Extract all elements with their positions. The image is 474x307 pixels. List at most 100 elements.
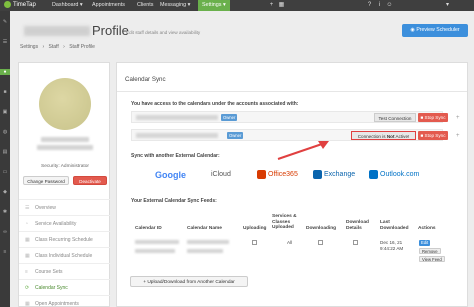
header-download-details: Download Details [346,220,369,231]
office365-provider[interactable]: Office365 [257,169,298,181]
view-feed-button[interactable]: View Feed [419,256,445,262]
add-icon[interactable]: + [456,112,460,124]
remove-button[interactable]: Remove [419,248,441,254]
google-provider[interactable]: Google [155,169,186,181]
breadcrumb-separator: › [63,44,65,50]
calendar-icon: ▦ [25,253,30,259]
avatar[interactable] [39,78,91,130]
nav-settings[interactable]: Settings ▾ [198,0,230,11]
downloading-checkbox[interactable] [318,240,323,245]
breadcrumb: Settings › Staff › Staff Profile [20,44,98,50]
menu-item-service-availability[interactable]: ◔ Service Availability [19,215,111,231]
menu-item-calendar-sync[interactable]: ⟳ Calendar Sync [19,279,111,295]
gear-icon[interactable]: ✱ [2,209,8,215]
last-downloaded-value: Dec 16, 21 9:44:22 AM [380,240,404,251]
header-services: Services & Classes Uploaded [272,214,297,230]
calendar-icon[interactable]: ▦ [278,2,285,9]
staff-icon[interactable]: ● [0,69,10,75]
header-last-downloaded: Last Downloaded [380,220,409,231]
nav-dashboard[interactable]: Dashboard ▾ [52,0,83,11]
add-icon[interactable]: + [456,130,460,142]
chevron-down-icon[interactable]: ▾ [444,2,451,9]
redacted-calendar-name [187,249,223,253]
info-icon[interactable]: i [376,2,383,9]
top-navigation-bar: TimeTap Dashboard ▾ Appointments Clients… [0,0,474,11]
nav-appointments[interactable]: Appointments [92,0,125,11]
chart-icon[interactable]: ▤ [2,149,8,155]
divider [117,91,467,92]
briefcase-icon[interactable]: ■ [2,89,8,95]
menu-item-course-sets[interactable]: ≡ Course Sets [19,263,111,279]
sync-icon: ⟳ [25,285,30,291]
calendar-sync-panel: Calendar Sync You have access to the cal… [116,62,468,307]
menu-item-class-individual-schedule[interactable]: ▦ Class Individual Schedule [19,247,111,263]
feeds-label: Your External Calendar Sync Feeds: [131,198,217,204]
sync-label: Sync with another External Calendar: [131,153,220,159]
header-calendar-id: Calendar ID [135,226,162,231]
owner-badge: Owner [221,114,238,121]
outlook-provider[interactable]: Outlook.com [369,169,419,181]
page-title: Profile [92,23,129,38]
profile-menu: ☰ Overview ◔ Service Availability ▦ Class R… [19,199,111,307]
wrench-icon[interactable]: ✎ [2,19,8,25]
help-icon[interactable]: ? [366,2,373,9]
calendar-icon: ▦ [25,301,30,307]
menu-item-class-recurring-schedule[interactable]: ▦ Class Recurring Schedule [19,231,111,247]
breadcrumb-separator: › [42,44,45,50]
edit-button[interactable]: Edit [419,240,431,246]
logo-icon [4,1,11,8]
menu-item-open-appointments[interactable]: ▦ Open Appointments [19,295,111,307]
download-details-checkbox[interactable] [353,240,358,245]
user-menu-icon[interactable]: ☺ [386,2,393,9]
overview-icon: ☰ [25,205,30,211]
account-row: Owner Test Connection ■ Stop Sync + [131,111,460,123]
staff-name-redacted [24,26,90,36]
menu-item-overview[interactable]: ☰ Overview [19,199,111,215]
add-icon[interactable]: + [268,2,275,9]
outlook-icon [369,169,378,179]
exchange-provider[interactable]: Exchange [313,169,355,181]
preview-scheduler-button[interactable]: ◉ Preview Scheduler [402,24,468,37]
owner-badge: Owner [227,132,244,139]
stop-sync-button[interactable]: ■ Stop Sync [418,131,448,140]
header-downloading: Downloading [306,226,337,231]
redacted-email [136,115,218,120]
building-icon[interactable]: ▣ [2,109,8,115]
stop-sync-button[interactable]: ■ Stop Sync [418,113,448,122]
change-password-button[interactable]: Change Password [23,176,69,185]
users-icon[interactable]: ☰ [2,39,8,45]
uploading-checkbox[interactable] [252,240,257,245]
breadcrumb-staff[interactable]: Staff [49,44,59,50]
header-calendar-name: Calendar Name [187,226,222,231]
office-icon [257,169,266,179]
card-icon[interactable]: ▭ [2,169,8,175]
exchange-icon [313,169,322,179]
connection-status: Connection is Not Active! [351,131,416,140]
redacted-calendar-name [187,240,229,244]
redacted-calendar-id [135,240,179,244]
test-connection-button[interactable]: Test Connection [374,113,416,122]
nav-messaging[interactable]: Messaging ▾ [160,0,190,11]
list-icon[interactable]: ≡ [2,249,8,255]
header-uploading: Uploading [243,226,267,231]
link-icon[interactable]: ∞ [2,229,8,235]
redacted-email [136,133,218,138]
globe-icon[interactable]: ◍ [2,129,8,135]
list-icon: ≡ [25,269,28,275]
clock-icon: ◔ [25,221,29,227]
redacted-detail [37,145,93,150]
calendar-icon: ▦ [25,237,30,243]
annotation-arrow [277,141,329,160]
app-logo[interactable]: TimeTap [4,1,36,10]
breadcrumb-settings[interactable]: Settings [20,44,38,50]
redacted-name [41,137,89,142]
tag-icon[interactable]: ◆ [2,189,8,195]
nav-clients[interactable]: Clients [137,0,153,11]
section-heading: Calendar Sync [125,76,166,83]
header-actions: Actions [418,226,436,231]
profile-panel: Security: Administrator Change Password … [18,62,111,307]
icloud-provider[interactable]: iCloud [211,169,231,181]
deactivate-button[interactable]: Deactivate [73,176,107,185]
services-value: All [287,240,293,245]
upload-download-button[interactable]: + Upload/Download from Another Calendar [130,276,248,287]
